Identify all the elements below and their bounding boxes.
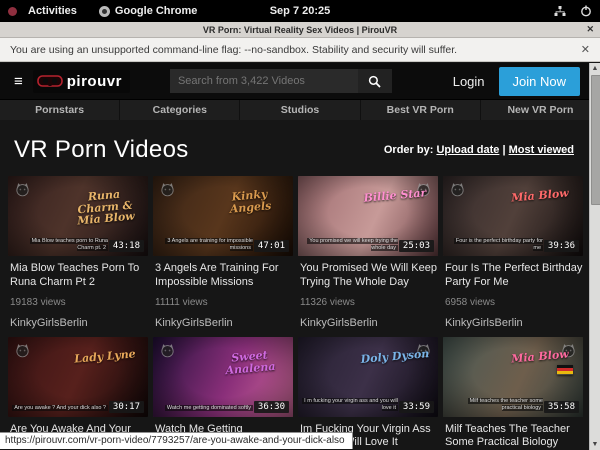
scrollbar-thumb[interactable] xyxy=(591,75,600,205)
studio-logo-icon xyxy=(14,181,31,198)
video-card: Kinky Angels 3 Angels are training for i… xyxy=(153,176,293,329)
nav-item-categories[interactable]: Categories xyxy=(119,100,239,120)
studio-logo-icon xyxy=(449,181,466,198)
thumb-subtitle: You promised we will keep trying the who… xyxy=(302,238,398,252)
join-now-button[interactable]: Join Now xyxy=(499,67,580,96)
video-thumbnail[interactable]: Mia Blow Four is the perfect birthday pa… xyxy=(443,176,583,256)
network-icon[interactable] xyxy=(554,5,566,17)
page-scrollbar[interactable]: ▲ ▼ xyxy=(589,63,600,450)
order-upload-date-link[interactable]: Upload date xyxy=(436,144,499,156)
hamburger-menu-icon[interactable]: ≡ xyxy=(14,74,23,89)
clock[interactable]: Sep 7 20:25 xyxy=(0,5,600,17)
video-thumbnail[interactable]: Runa Charm & Mia Blow Mia Blow teaches p… xyxy=(8,176,148,256)
video-thumbnail[interactable]: Doly Dyson I m fucking your virgin ass a… xyxy=(298,337,438,417)
order-by-controls: Order by: Upload date | Most viewed xyxy=(384,144,574,156)
thumb-subtitle: Mia Blow teaches porn to Runa Charm pt. … xyxy=(12,238,108,252)
video-grid: Runa Charm & Mia Blow Mia Blow teaches p… xyxy=(0,176,600,450)
site-header: ≡ pirouvr Login Join Now xyxy=(0,63,600,99)
video-views: 11326 views xyxy=(300,297,438,308)
video-title-link[interactable]: 3 Angels Are Training For Impossible Mis… xyxy=(155,262,293,290)
video-card: Billie Star You promised we will keep tr… xyxy=(298,176,438,329)
main-nav: Pornstars Categories Studios Best VR Por… xyxy=(0,99,600,120)
video-views: 6958 views xyxy=(445,297,583,308)
browser-tab[interactable]: VR Porn: Virtual Reality Sex Videos | Pi… xyxy=(0,22,600,38)
vr-goggles-icon xyxy=(37,74,63,88)
thumb-subtitle: Milf teaches the teacher some practical … xyxy=(447,398,543,412)
site-logo-text: pirouvr xyxy=(67,73,122,90)
duration-badge: 33:59 xyxy=(399,401,434,413)
thumb-subtitle: I m fucking your virgin ass and you will… xyxy=(302,398,398,412)
studio-link[interactable]: KinkyGirlsBerlin xyxy=(445,317,583,329)
studio-logo-icon xyxy=(159,181,176,198)
duration-badge: 35:58 xyxy=(544,401,579,413)
video-thumbnail[interactable]: Mia Blow Milf teaches the teacher some p… xyxy=(443,337,583,417)
video-title-link[interactable]: Four Is The Perfect Birthday Party For M… xyxy=(445,262,583,290)
warning-bar: You are using an unsupported command-lin… xyxy=(0,38,600,62)
order-separator: | xyxy=(502,144,505,156)
tab-close-icon[interactable]: ✕ xyxy=(586,24,594,35)
video-thumbnail[interactable]: Kinky Angels 3 Angels are training for i… xyxy=(153,176,293,256)
nav-item-best-vr-porn[interactable]: Best VR Porn xyxy=(360,100,480,120)
warning-text: You are using an unsupported command-lin… xyxy=(10,44,457,56)
studio-link[interactable]: KinkyGirlsBerlin xyxy=(155,317,293,329)
search-icon xyxy=(368,75,381,88)
thumb-subtitle: Four is the perfect birthday party for m… xyxy=(447,238,543,252)
tab-title: VR Porn: Virtual Reality Sex Videos | Pi… xyxy=(203,25,397,35)
duration-badge: 30:17 xyxy=(109,401,144,413)
duration-badge: 43:18 xyxy=(109,240,144,252)
desktop-top-bar: Activities Google Chrome Sep 7 20:25 xyxy=(0,0,600,22)
video-thumbnail[interactable]: Sweet Analena Watch me getting dominated… xyxy=(153,337,293,417)
page-viewport: ≡ pirouvr Login Join Now Pornstars Categ… xyxy=(0,63,600,450)
page-title: VR Porn Videos xyxy=(14,136,189,164)
video-views: 11111 views xyxy=(155,297,293,308)
search-bar xyxy=(170,69,392,93)
thumb-caption: Runa Charm & Mia Blow xyxy=(67,187,144,228)
search-button[interactable] xyxy=(358,69,392,93)
studio-logo-icon xyxy=(14,342,31,359)
thumb-subtitle: 3 Angels are training for impossible mis… xyxy=(157,238,253,252)
scroll-up-arrow-icon[interactable]: ▲ xyxy=(590,63,600,74)
login-link[interactable]: Login xyxy=(453,74,485,89)
warning-close-icon[interactable]: ✕ xyxy=(581,43,590,56)
video-title-link[interactable]: Mia Blow Teaches Porn To Runa Charm Pt 2 xyxy=(10,262,148,290)
video-thumbnail[interactable]: Lady Lyne Are you awake ? And your dick … xyxy=(8,337,148,417)
site-logo[interactable]: pirouvr xyxy=(33,70,130,93)
studio-logo-icon xyxy=(159,342,176,359)
video-thumbnail[interactable]: Billie Star You promised we will keep tr… xyxy=(298,176,438,256)
studio-link[interactable]: KinkyGirlsBerlin xyxy=(10,317,148,329)
studio-link[interactable]: KinkyGirlsBerlin xyxy=(300,317,438,329)
video-views: 19183 views xyxy=(10,297,148,308)
order-by-label: Order by: xyxy=(384,144,434,156)
nav-item-pornstars[interactable]: Pornstars xyxy=(0,100,119,120)
duration-badge: 25:03 xyxy=(399,240,434,252)
thumb-subtitle: Watch me getting dominated softly xyxy=(157,405,253,412)
video-card: Mia Blow Milf teaches the teacher some p… xyxy=(443,337,583,450)
nav-item-new-vr-porn[interactable]: New VR Porn xyxy=(480,100,600,120)
video-card: Mia Blow Four is the perfect birthday pa… xyxy=(443,176,583,329)
duration-badge: 36:30 xyxy=(254,401,289,413)
power-icon[interactable] xyxy=(580,5,592,17)
thumb-subtitle: Are you awake ? And your dick also ? xyxy=(12,405,108,412)
status-url-bar: https://pirouvr.com/vr-porn-video/779325… xyxy=(0,432,353,449)
page-head: VR Porn Videos Order by: Upload date | M… xyxy=(0,120,600,176)
duration-badge: 47:01 xyxy=(254,240,289,252)
video-card: Runa Charm & Mia Blow Mia Blow teaches p… xyxy=(8,176,148,329)
duration-badge: 39:36 xyxy=(544,240,579,252)
video-title-link[interactable]: Milf Teaches The Teacher Some Practical … xyxy=(445,423,583,450)
german-flag-icon xyxy=(557,365,573,375)
video-title-link[interactable]: You Promised We Will Keep Trying The Who… xyxy=(300,262,438,290)
order-most-viewed-link[interactable]: Most viewed xyxy=(509,144,574,156)
search-input[interactable] xyxy=(170,69,358,93)
nav-item-studios[interactable]: Studios xyxy=(239,100,359,120)
scroll-down-arrow-icon[interactable]: ▼ xyxy=(590,439,600,450)
